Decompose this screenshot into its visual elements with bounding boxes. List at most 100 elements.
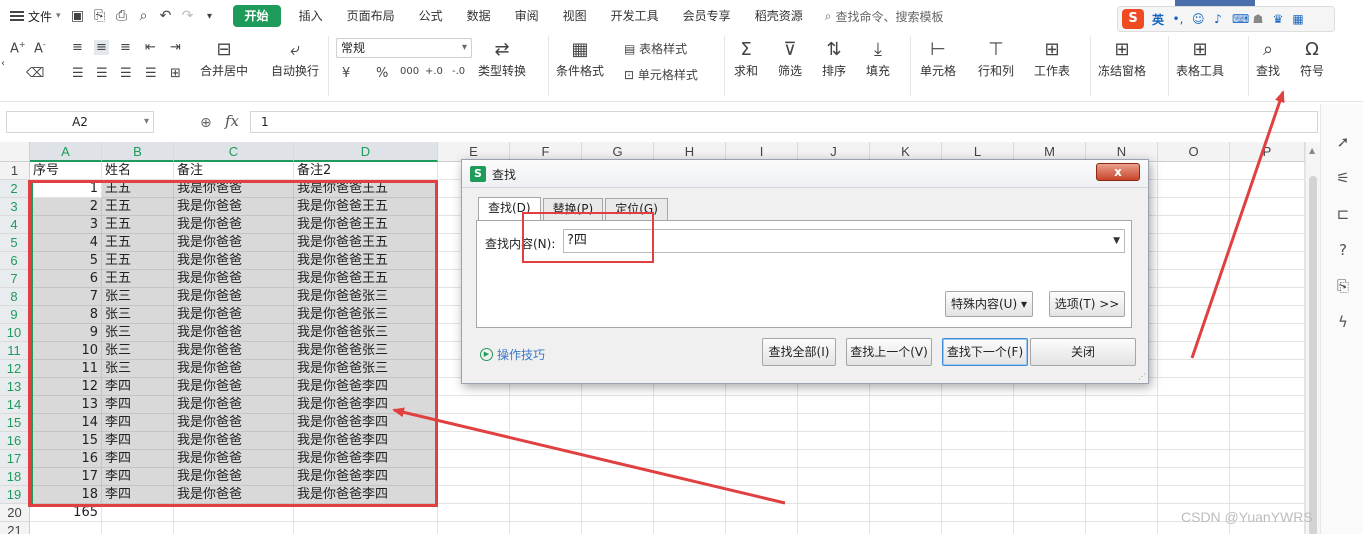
- table-cell[interactable]: 王五: [102, 216, 174, 234]
- table-cell[interactable]: 我是你爸爸: [174, 252, 294, 270]
- find-button[interactable]: ⌕ 查找: [1256, 36, 1280, 80]
- table-cell[interactable]: 我是你爸爸: [174, 486, 294, 504]
- cell[interactable]: [798, 396, 870, 414]
- column-header-o[interactable]: O: [1158, 142, 1230, 162]
- cell[interactable]: [510, 414, 582, 432]
- table-cell[interactable]: 我是你爸爸: [174, 450, 294, 468]
- table-cell[interactable]: 我是你爸爸李四: [294, 468, 438, 486]
- indent-increase-icon[interactable]: ⇥: [170, 40, 181, 55]
- adjust-icon[interactable]: ⚟: [1333, 168, 1353, 188]
- table-cell[interactable]: 我是你爸爸张三: [294, 324, 438, 342]
- row-header[interactable]: 21: [0, 522, 30, 534]
- number-format-select[interactable]: 常规: [336, 38, 472, 58]
- table-cell[interactable]: 我是你爸爸: [174, 216, 294, 234]
- cell[interactable]: [1158, 288, 1230, 306]
- chat-icon[interactable]: ⎘: [1333, 276, 1353, 296]
- ribbon-scroll-left-icon[interactable]: ‹: [1, 58, 5, 69]
- find-next-button[interactable]: 查找下一个(F): [942, 338, 1028, 366]
- select-all-corner[interactable]: [0, 142, 30, 162]
- formula-input[interactable]: 1: [250, 111, 1318, 133]
- justify-icon[interactable]: ☰: [145, 66, 157, 81]
- header-cell[interactable]: 序号: [30, 162, 102, 180]
- align-middle-icon[interactable]: ≡: [94, 40, 109, 55]
- table-cell[interactable]: 王五: [102, 234, 174, 252]
- cell[interactable]: [1158, 198, 1230, 216]
- cell[interactable]: [726, 504, 798, 522]
- cell[interactable]: [1158, 414, 1230, 432]
- table-cell[interactable]: 我是你爸爸李四: [294, 432, 438, 450]
- indent-decrease-icon[interactable]: ⇤: [145, 40, 156, 55]
- cell[interactable]: [1086, 450, 1158, 468]
- dialog-titlebar[interactable]: S 查找 x: [462, 160, 1148, 188]
- table-cell[interactable]: 14: [30, 414, 102, 432]
- export-icon[interactable]: ⎘: [89, 0, 111, 32]
- column-header-c[interactable]: C: [174, 142, 294, 162]
- column-header-p[interactable]: P: [1230, 142, 1305, 162]
- tab-replace[interactable]: 替换(P): [542, 198, 604, 220]
- font-decrease-icon[interactable]: A-: [34, 40, 46, 56]
- table-cell[interactable]: 我是你爸爸李四: [294, 414, 438, 432]
- cell[interactable]: [1158, 306, 1230, 324]
- cell[interactable]: [1014, 396, 1086, 414]
- cell[interactable]: [726, 450, 798, 468]
- table-cell[interactable]: 王五: [102, 252, 174, 270]
- cell[interactable]: [510, 468, 582, 486]
- cell[interactable]: [726, 486, 798, 504]
- fx-icon[interactable]: fx: [225, 112, 239, 130]
- cell[interactable]: [1086, 522, 1158, 534]
- cell[interactable]: [438, 504, 510, 522]
- row-header[interactable]: 7: [0, 270, 30, 288]
- tab-data[interactable]: 数据: [455, 0, 503, 32]
- cell[interactable]: [1158, 234, 1230, 252]
- tab-docer[interactable]: 稻壳资源: [743, 0, 815, 32]
- resize-grip-icon[interactable]: ⋰: [1138, 372, 1146, 381]
- cell[interactable]: [942, 522, 1014, 534]
- cell[interactable]: [1230, 486, 1305, 504]
- cell[interactable]: [654, 468, 726, 486]
- row-header[interactable]: 13: [0, 378, 30, 396]
- table-cell[interactable]: 6: [30, 270, 102, 288]
- toolbox-icon[interactable]: ▦: [1292, 12, 1304, 26]
- table-cell[interactable]: 张三: [102, 306, 174, 324]
- cell[interactable]: [294, 504, 438, 522]
- table-cell[interactable]: 17: [30, 468, 102, 486]
- cell[interactable]: [798, 486, 870, 504]
- table-cell[interactable]: 我是你爸爸张三: [294, 342, 438, 360]
- cell[interactable]: [798, 432, 870, 450]
- tab-review[interactable]: 审阅: [503, 0, 551, 32]
- cell[interactable]: [870, 504, 942, 522]
- cell[interactable]: [942, 396, 1014, 414]
- freeze-panes-button[interactable]: ⊞ 冻结窗格: [1098, 36, 1146, 80]
- row-col-button[interactable]: ⊤ 行和列: [978, 36, 1014, 80]
- cell[interactable]: [1014, 486, 1086, 504]
- print-preview-icon[interactable]: ⌕: [133, 0, 155, 32]
- cell[interactable]: [582, 414, 654, 432]
- cell[interactable]: [870, 522, 942, 534]
- cell[interactable]: [510, 432, 582, 450]
- table-cell[interactable]: 李四: [102, 468, 174, 486]
- cell[interactable]: [1230, 306, 1305, 324]
- cell[interactable]: [582, 432, 654, 450]
- cell[interactable]: [870, 468, 942, 486]
- zoom-formula-icon[interactable]: ⊕: [200, 115, 212, 131]
- table-cell[interactable]: 我是你爸爸: [174, 342, 294, 360]
- fill-button[interactable]: ⤓ 填充: [866, 36, 890, 80]
- table-cell[interactable]: 18: [30, 486, 102, 504]
- row-header[interactable]: 11: [0, 342, 30, 360]
- sort-button[interactable]: ⇅ 排序: [822, 36, 846, 80]
- cell[interactable]: [654, 414, 726, 432]
- type-convert-button[interactable]: ⇄ 类型转换: [478, 36, 526, 80]
- row-header[interactable]: 4: [0, 216, 30, 234]
- cell[interactable]: [1158, 342, 1230, 360]
- increase-decimal-button[interactable]: +.0: [425, 66, 443, 77]
- table-cell[interactable]: 我是你爸爸: [174, 306, 294, 324]
- cell[interactable]: [510, 504, 582, 522]
- cell[interactable]: [1230, 270, 1305, 288]
- cell[interactable]: [798, 450, 870, 468]
- cell[interactable]: [1086, 396, 1158, 414]
- table-cell[interactable]: 张三: [102, 360, 174, 378]
- chevron-down-icon[interactable]: ▼: [1113, 230, 1120, 252]
- cell[interactable]: [1158, 486, 1230, 504]
- cursor-select-icon[interactable]: ➚: [1333, 132, 1353, 152]
- table-cell[interactable]: 15: [30, 432, 102, 450]
